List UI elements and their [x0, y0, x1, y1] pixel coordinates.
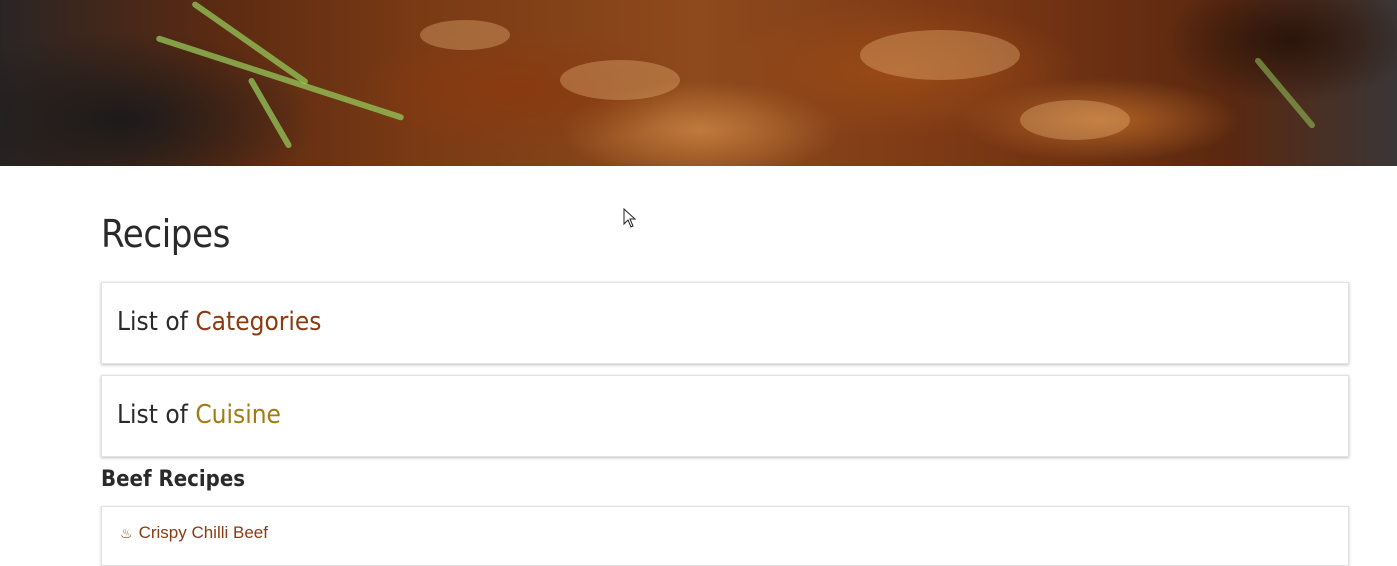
cuisine-card-title: List of Cuisine — [117, 400, 281, 430]
hero-banner-image — [0, 0, 1397, 166]
steaming-dish-icon: ♨ — [120, 524, 133, 541]
list-item[interactable]: ♨ Crispy Chilli Beef — [120, 523, 268, 543]
beef-recipes-heading: Beef Recipes — [101, 467, 246, 492]
categories-card-prefix: List of — [117, 307, 196, 337]
cuisine-card[interactable]: List of Cuisine — [101, 375, 1349, 457]
cuisine-card-prefix: List of — [117, 400, 196, 430]
cuisine-link[interactable]: Cuisine — [195, 400, 281, 430]
page-title: Recipes — [101, 212, 230, 256]
beef-recipes-list: ♨ Crispy Chilli Beef — [101, 506, 1349, 566]
mouse-cursor-icon — [623, 208, 637, 228]
categories-card-title: List of Categories — [117, 307, 321, 337]
categories-card[interactable]: List of Categories — [101, 282, 1349, 364]
recipe-link[interactable]: Crispy Chilli Beef — [139, 523, 268, 543]
categories-link[interactable]: Categories — [195, 307, 321, 337]
